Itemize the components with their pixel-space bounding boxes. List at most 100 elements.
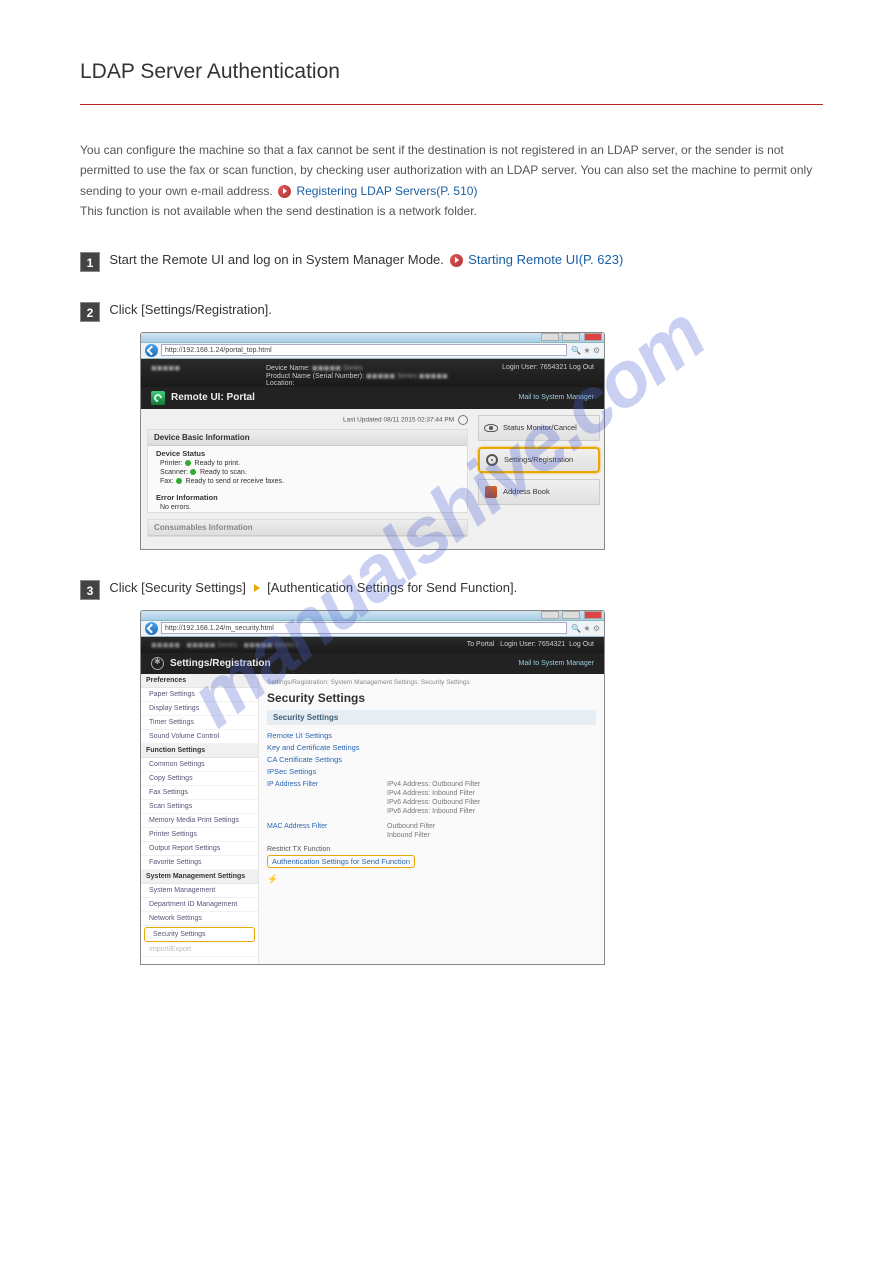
login-user-value: 7654321 <box>540 364 567 371</box>
product-name-label: Product Name (Serial Number): <box>266 373 364 380</box>
brand-blur: ◼◼◼◼◼ · ◼◼◼◼◼ Series · ◼◼◼◼◼ Series / <box>151 641 298 649</box>
step-2-text: Click [Settings/Registration]. <box>109 302 272 317</box>
sidebar-item-import-export[interactable]: Import/Export <box>141 943 258 957</box>
status-dot-icon <box>176 478 182 484</box>
status-dot-icon <box>185 460 191 466</box>
link-ca-cert-settings[interactable]: CA Certificate Settings <box>267 754 596 766</box>
logout-link[interactable]: Log Out <box>569 641 594 648</box>
ip-filter-row[interactable]: IPv4 Address: Outbound Filter <box>387 780 480 789</box>
link-ip-filter[interactable]: IP Address Filter <box>267 780 387 789</box>
settings-registration-button[interactable]: Settings/Registration <box>478 447 600 473</box>
window-max-icon[interactable] <box>562 611 580 619</box>
window-close-icon[interactable] <box>584 611 602 619</box>
link-mac-filter[interactable]: MAC Address Filter <box>267 822 387 831</box>
url-field[interactable]: http://192.168.1.24/m_security.html <box>161 622 567 634</box>
eye-icon <box>484 424 498 432</box>
status-monitor-button[interactable]: Status Monitor/Cancel <box>478 415 600 441</box>
sidebar-item-memmedia[interactable]: Memory Media Print Settings <box>141 814 258 828</box>
ruler-icon: ⚡ <box>267 874 596 885</box>
play-icon <box>278 185 291 198</box>
to-portal-link[interactable]: To Portal <box>467 641 495 648</box>
status-monitor-label: Status Monitor/Cancel <box>503 423 577 432</box>
sidebar-item-sysman[interactable]: System Management <box>141 884 258 898</box>
ip-filter-row[interactable]: IPv6 Address: Inbound Filter <box>387 807 475 816</box>
step-number-3: 3 <box>80 580 100 600</box>
address-book-label: Address Book <box>503 487 550 496</box>
step-3-prefix: Click [Security Settings] <box>109 580 246 595</box>
sidebar-item-common[interactable]: Common Settings <box>141 758 258 772</box>
link-ipsec-settings[interactable]: IPSec Settings <box>267 766 596 778</box>
mac-filter-row[interactable]: Outbound Filter <box>387 822 435 831</box>
link-start-remote-ui[interactable]: Starting Remote UI(P. 623) <box>468 252 623 267</box>
url-field[interactable]: http://192.168.1.24/portal_top.html <box>161 344 567 356</box>
sidebar-header-sysmgmt: System Management Settings <box>141 870 258 884</box>
ip-filter-row[interactable]: IPv4 Address: Inbound Filter <box>387 789 475 798</box>
logout-link[interactable]: Log Out <box>569 364 594 371</box>
login-user-label: Login User: <box>500 641 536 648</box>
printer-status: Ready to print. <box>195 460 241 467</box>
restrict-tx-label: Restrict TX Function <box>267 846 596 853</box>
last-updated-label: Last Updated 08/11 2015 02:37:44 PM <box>343 416 454 423</box>
step-2: 2 Click [Settings/Registration]. <box>80 302 823 322</box>
mail-to-sysmgr-link[interactable]: Mail to System Manager <box>519 660 594 667</box>
device-status-subheader: Device Status <box>148 446 467 459</box>
step-3: 3 Click [Security Settings] [Authenticat… <box>80 580 823 600</box>
link-key-cert-settings[interactable]: Key and Certificate Settings <box>267 742 596 754</box>
sidebar-item-timer[interactable]: Timer Settings <box>141 716 258 730</box>
step-3-suffix: [Authentication Settings for Send Functi… <box>267 580 517 595</box>
sidebar-item-sound-vol[interactable]: Sound Volume Control <box>141 730 258 744</box>
remote-ui-portal-label: Remote UI: Portal <box>171 392 255 403</box>
sidebar-item-security[interactable]: Security Settings <box>144 927 255 942</box>
play-icon <box>450 254 463 267</box>
error-info-subheader: Error Information <box>148 490 467 503</box>
window-min-icon[interactable] <box>541 611 559 619</box>
browser-toolbar-icons: 🔍 ★ ⚙ <box>571 624 600 633</box>
sidebar-header-preferences: Preferences <box>141 674 258 688</box>
window-close-icon[interactable] <box>584 333 602 341</box>
sidebar-item-network[interactable]: Network Settings <box>141 912 258 926</box>
sidebar-item-scan[interactable]: Scan Settings <box>141 800 258 814</box>
remote-ui-icon <box>151 391 165 405</box>
link-ldap-register[interactable]: Registering LDAP Servers(P. 510) <box>296 184 477 198</box>
step-number-1: 1 <box>80 252 100 272</box>
section-subheader: Security Settings <box>267 710 596 725</box>
scanner-label: Scanner: <box>160 469 188 476</box>
book-icon <box>485 486 497 498</box>
status-dot-icon <box>190 469 196 475</box>
sidebar-item-display[interactable]: Display Settings <box>141 702 258 716</box>
window-min-icon[interactable] <box>541 333 559 341</box>
login-user-label: Login User: <box>502 364 538 371</box>
mac-filter-row[interactable]: Inbound Filter <box>387 831 430 840</box>
ip-filter-row[interactable]: IPv6 Address: Outbound Filter <box>387 798 480 807</box>
product-name-value: ◼◼◼◼◼ Series ◼◼◼◼◼ <box>366 373 448 380</box>
address-book-button[interactable]: Address Book <box>478 479 600 505</box>
sidebar-item-copy[interactable]: Copy Settings <box>141 772 258 786</box>
back-icon[interactable] <box>145 344 158 357</box>
sidebar-item-printer[interactable]: Printer Settings <box>141 828 258 842</box>
device-basic-info-header: Device Basic Information <box>148 430 467 446</box>
link-auth-settings-send[interactable]: Authentication Settings for Send Functio… <box>267 855 415 868</box>
mail-to-sysmgr-link[interactable]: Mail to System Manager <box>519 394 594 401</box>
sidebar-item-favorite[interactable]: Favorite Settings <box>141 856 258 870</box>
window-max-icon[interactable] <box>562 333 580 341</box>
step-1-text: Start the Remote UI and log on in System… <box>109 252 444 267</box>
link-remote-ui-settings[interactable]: Remote UI Settings <box>267 730 596 742</box>
browser-address-bar: http://192.168.1.24/m_security.html 🔍 ★ … <box>141 621 604 637</box>
no-errors-text: No errors. <box>148 503 467 512</box>
sidebar-item-output-report[interactable]: Output Report Settings <box>141 842 258 856</box>
screenshot-remote-ui-portal: http://192.168.1.24/portal_top.html 🔍 ★ … <box>140 332 605 550</box>
window-titlebar <box>141 333 604 343</box>
title-rule <box>80 104 823 105</box>
breadcrumb: Settings/Registration: System Management… <box>267 679 596 686</box>
sidebar-item-deptid[interactable]: Department ID Management <box>141 898 258 912</box>
sidebar-item-paper[interactable]: Paper Settings <box>141 688 258 702</box>
browser-toolbar-icons: 🔍 ★ ⚙ <box>571 346 600 355</box>
settings-registration-title: Settings/Registration <box>170 658 271 669</box>
window-titlebar <box>141 611 604 621</box>
scanner-status: Ready to scan. <box>200 469 247 476</box>
page-title: Security Settings <box>267 691 596 705</box>
device-name-label: Device Name: <box>266 365 310 372</box>
sidebar-item-fax[interactable]: Fax Settings <box>141 786 258 800</box>
refresh-icon[interactable] <box>458 415 468 425</box>
back-icon[interactable] <box>145 622 158 635</box>
